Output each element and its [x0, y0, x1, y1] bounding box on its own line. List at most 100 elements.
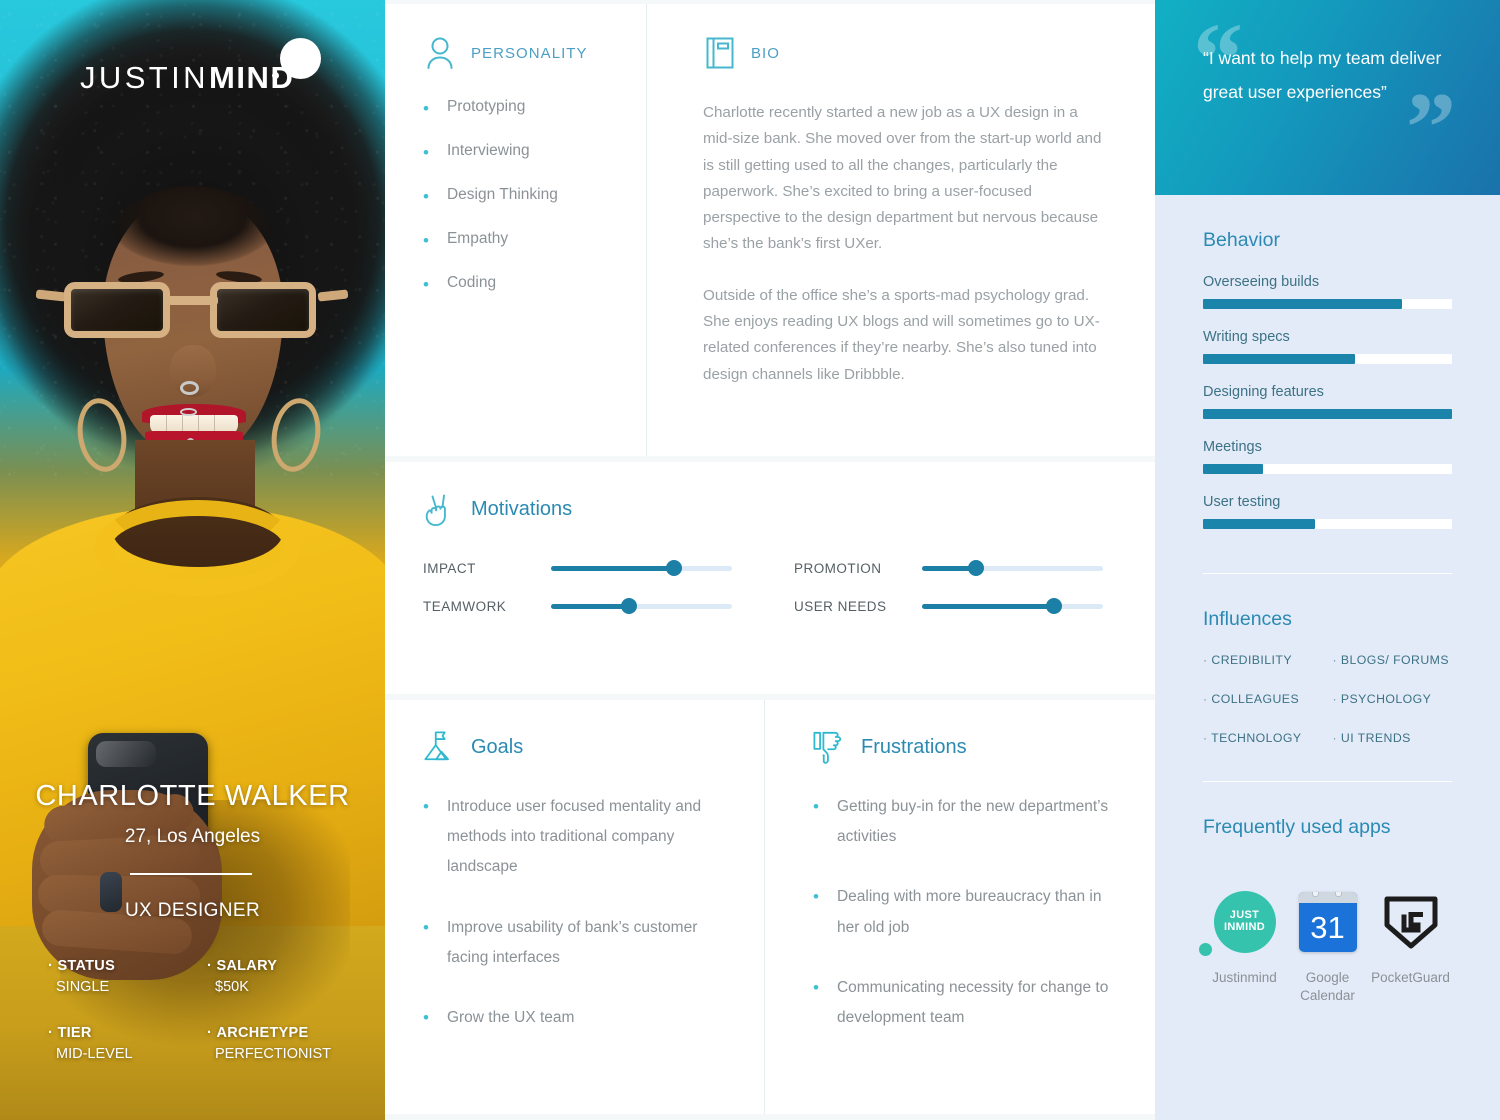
slider-knob[interactable]: [620, 598, 637, 614]
apps-title: Frequently used apps: [1203, 816, 1391, 838]
influence-item: · PSYCHOLOGY: [1332, 692, 1432, 706]
goals-title: Goals: [471, 735, 524, 758]
pocketguard-icon: [1369, 889, 1452, 955]
motivation-impact: IMPACT: [423, 560, 732, 576]
calendar-ring-icon: [1311, 892, 1319, 897]
behavior-label: Meetings: [1203, 439, 1262, 455]
persona-name: CHARLOTTE WALKER: [35, 780, 350, 812]
google-calendar-icon: 31: [1286, 889, 1369, 955]
sidebar-divider: [1203, 781, 1452, 782]
behavior-fill: [1203, 464, 1263, 474]
list-item: • Prototyping: [423, 98, 620, 117]
persona-age-location: 27, Los Angeles: [124, 826, 261, 847]
person-icon: [423, 36, 457, 70]
mountain-flag-icon: [423, 730, 457, 764]
personality-card: PERSONALITY • Prototyping • Interviewing •…: [385, 4, 647, 456]
slider-label: PROMOTION: [794, 560, 882, 576]
logo-small-dot-icon: [272, 72, 279, 79]
slider-fill: [551, 565, 675, 571]
slider-fill: [551, 603, 629, 609]
attribute-value: $50K: [215, 979, 249, 995]
goal-text: Improve usability of bank’s customer fac…: [446, 918, 698, 966]
goal-text: Grow the UX team: [446, 1009, 575, 1027]
behavior-item: Designing features: [1203, 384, 1452, 419]
photo-overlay: JUSTIN MIND CHARLOTTE WALKER 27, Los Ang…: [0, 0, 385, 1120]
goals-card: Goals • Introduce user focused mentality …: [385, 700, 765, 1114]
bullet-icon: •: [423, 143, 429, 162]
main-content: PERSONALITY • Prototyping • Interviewing •…: [385, 0, 1155, 1120]
teamwork-slider[interactable]: [551, 598, 732, 614]
attribute-value: SINGLE: [56, 979, 110, 995]
behavior-item: User testing: [1203, 494, 1452, 529]
bullet-icon: ·: [1332, 653, 1338, 667]
slider-knob[interactable]: [666, 560, 683, 576]
trait-label: Prototyping: [446, 98, 526, 115]
persona-page: JUSTIN MIND CHARLOTTE WALKER 27, Los Ang…: [0, 0, 1500, 1120]
attribute-key: · TIER: [48, 1025, 92, 1041]
frustrations-list: • Getting buy-in for the new department’s…: [813, 792, 1117, 1033]
promotion-slider[interactable]: [922, 560, 1103, 576]
influences-list: · CREDIBILITY · BLOGS/ FORUMS · COLLEAGU…: [1203, 653, 1452, 745]
persona-role: UX DESIGNER: [124, 900, 261, 921]
slider-label: USER NEEDS: [794, 598, 887, 614]
logo-circle-icon: [280, 38, 321, 79]
calendar-header: [1298, 892, 1357, 903]
bullet-icon: ·: [1332, 692, 1338, 706]
app-google-calendar[interactable]: 31 Google Calendar: [1286, 889, 1369, 1005]
slider-fill: [922, 603, 1055, 609]
justinmind-logo: JUSTIN MIND: [80, 60, 294, 96]
app-justinmind[interactable]: JUST INMIND Justinmind: [1199, 889, 1286, 1005]
impact-slider[interactable]: [551, 560, 732, 576]
app-label: Google Calendar: [1300, 970, 1355, 1004]
personality-trait-list: • Prototyping • Interviewing • Design Think…: [423, 98, 620, 293]
slider-knob[interactable]: [968, 560, 985, 576]
list-item: • Coding: [423, 274, 620, 293]
influence-item: · COLLEAGUES: [1203, 692, 1300, 706]
motivations-title: Motivations: [471, 497, 573, 520]
app-label: Justinmind: [1212, 970, 1277, 985]
influence-item: · CREDIBILITY: [1203, 653, 1292, 667]
attribute-key: · ARCHETYPE: [207, 1025, 309, 1041]
book-icon: [703, 36, 737, 70]
list-item: • Grow the UX team: [423, 1003, 734, 1033]
list-item: • Dealing with more bureaucracy than in h…: [813, 882, 1117, 942]
list-item: • Interviewing: [423, 142, 620, 161]
app-pocketguard[interactable]: PocketGuard: [1369, 889, 1452, 1005]
bullet-icon: ·: [1332, 731, 1338, 745]
trait-label: Coding: [446, 274, 497, 291]
thumbs-down-icon: [813, 730, 847, 764]
trait-label: Empathy: [446, 230, 509, 247]
motivation-teamwork: TEAMWORK: [423, 598, 732, 614]
influence-item: · BLOGS/ FORUMS: [1332, 653, 1449, 667]
attribute-salary: · SALARY $50K: [207, 958, 348, 995]
slider-knob[interactable]: [1046, 598, 1063, 614]
behavior-track: [1203, 519, 1452, 529]
goal-text: Introduce user focused mentality and met…: [446, 798, 702, 876]
slider-label: IMPACT: [423, 560, 476, 576]
sidebar-body: Behavior Overseeing builds Writing specs…: [1155, 195, 1500, 1120]
bullet-icon: •: [423, 275, 429, 294]
bio-paragraph: Charlotte recently started a new job as …: [703, 104, 1102, 253]
bullet-icon: •: [813, 977, 819, 997]
behavior-label: Overseeing builds: [1203, 274, 1320, 290]
behavior-list: Overseeing builds Writing specs Designin…: [1203, 274, 1452, 549]
justinmind-badge: JUST INMIND: [1213, 891, 1276, 953]
bullet-icon: •: [423, 231, 429, 250]
justinmind-dot-icon: [1199, 943, 1212, 956]
behavior-track: [1203, 299, 1452, 309]
frustration-text: Communicating necessity for change to de…: [836, 978, 1109, 1027]
persona-attributes: · STATUS SINGLE · SALARY $50K · TIER MID…: [48, 958, 348, 1062]
user-needs-slider[interactable]: [922, 598, 1103, 614]
motivations-sliders: IMPACT PROMOTION TEAMWORK USER NEEDS: [423, 560, 1103, 614]
behavior-item: Overseeing builds: [1203, 274, 1452, 309]
bullet-icon: ·: [1203, 653, 1208, 667]
list-item: • Design Thinking: [423, 186, 620, 205]
attribute-value: MID-LEVEL: [56, 1046, 133, 1062]
motivation-user-needs: USER NEEDS: [794, 598, 1103, 614]
goals-header: Goals: [423, 730, 734, 764]
list-item: • Improve usability of bank’s customer fa…: [423, 913, 734, 973]
trait-label: Interviewing: [446, 142, 530, 159]
justinmind-logo-bottom: INMIND: [1223, 921, 1266, 933]
behavior-item: Writing specs: [1203, 329, 1452, 364]
attribute-archetype: · ARCHETYPE PERFECTIONIST: [207, 1025, 348, 1062]
